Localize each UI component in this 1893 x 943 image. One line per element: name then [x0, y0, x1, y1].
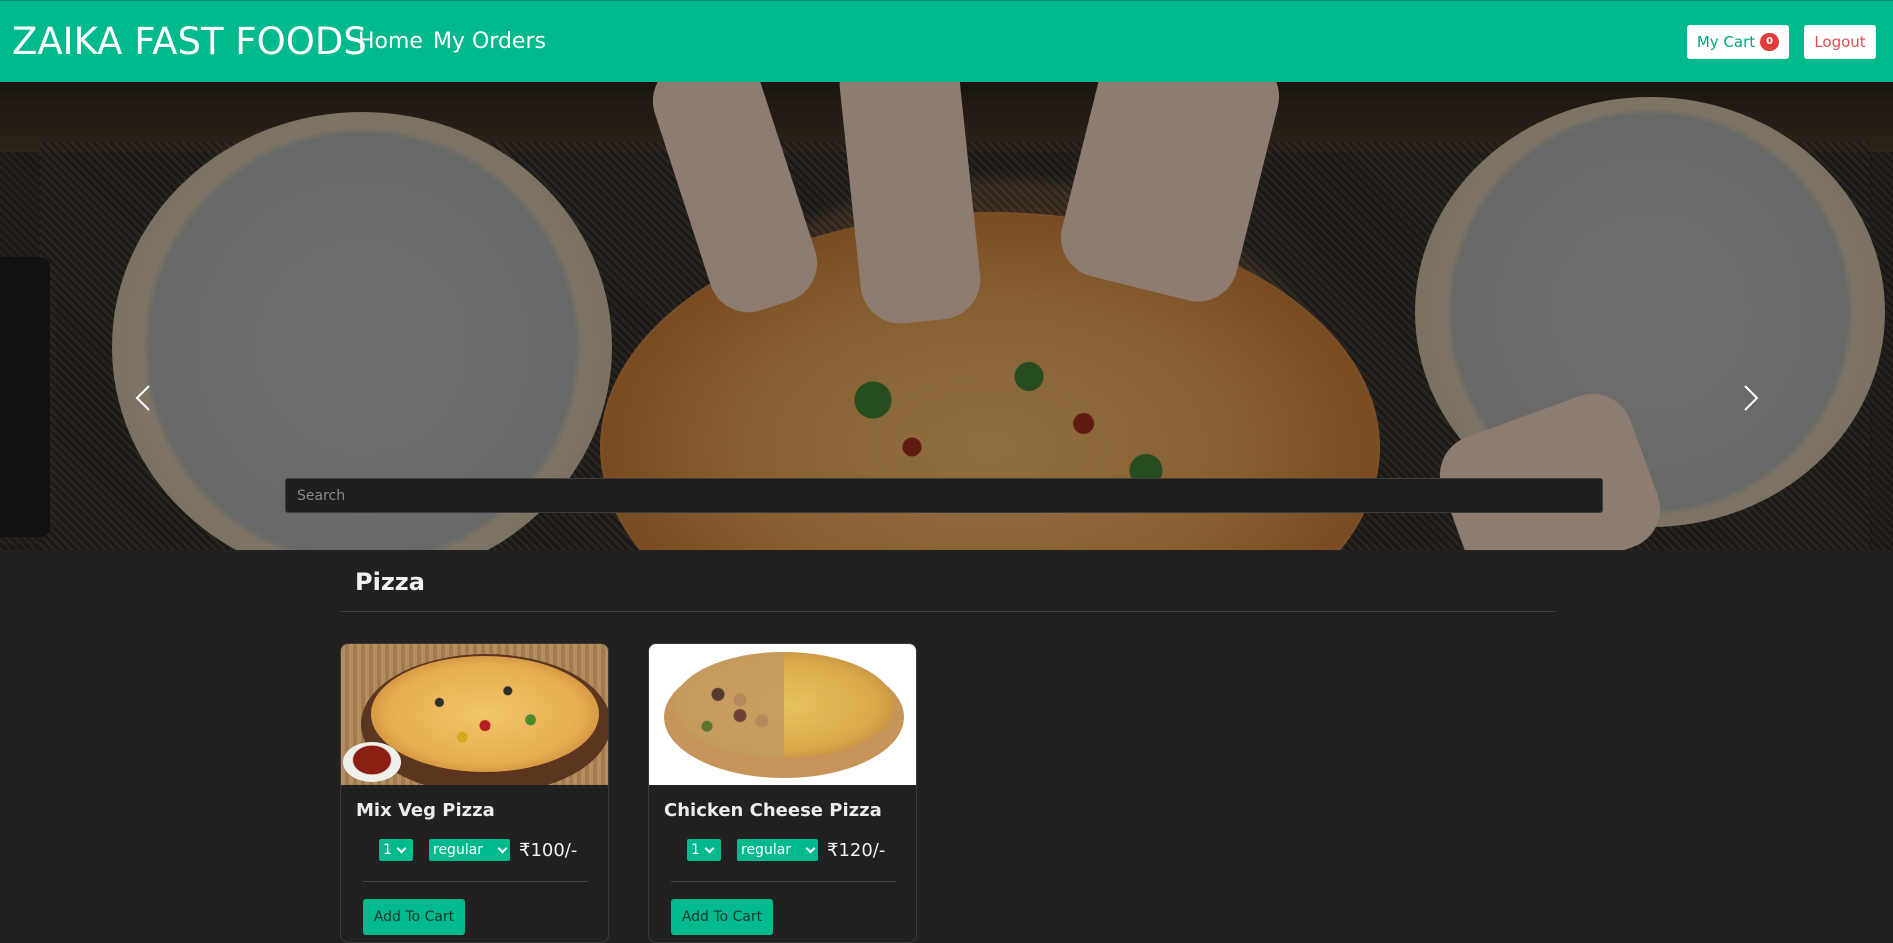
- size-value: regular: [433, 842, 484, 858]
- product-options: 1 regular ₹100/-: [379, 839, 577, 861]
- brand-logo[interactable]: ZAIKA FAST FOODS: [12, 19, 367, 65]
- carousel-next-button[interactable]: [1739, 382, 1763, 414]
- product-name: Mix Veg Pizza: [356, 800, 495, 821]
- nav-link-home[interactable]: Home: [358, 28, 423, 56]
- cart-count-badge: 0: [1760, 33, 1780, 51]
- chevron-right-icon: [1744, 385, 1759, 411]
- category-title: Pizza: [355, 568, 425, 596]
- carousel-prev-button[interactable]: [131, 382, 155, 414]
- my-cart-label: My Cart: [1696, 33, 1756, 51]
- size-value: regular: [741, 842, 792, 858]
- chevron-left-icon: [135, 385, 150, 411]
- product-card: Chicken Cheese Pizza 1 regular ₹120/- Ad…: [648, 643, 917, 943]
- card-divider: [363, 881, 588, 882]
- chevron-down-icon: [805, 843, 816, 853]
- product-name: Chicken Cheese Pizza: [664, 800, 882, 821]
- product-image: [341, 644, 608, 785]
- quantity-select[interactable]: 1: [379, 839, 413, 861]
- chevron-down-icon: [497, 843, 508, 853]
- search-input[interactable]: [285, 478, 1603, 513]
- quantity-value: 1: [383, 842, 392, 858]
- add-to-cart-button[interactable]: Add To Cart: [363, 899, 465, 935]
- category-divider: [340, 611, 1555, 612]
- add-to-cart-button[interactable]: Add To Cart: [671, 899, 773, 935]
- logout-button[interactable]: Logout: [1804, 25, 1876, 59]
- product-options: 1 regular ₹120/-: [687, 839, 885, 861]
- chevron-down-icon: [396, 843, 407, 853]
- nav-link-my-orders[interactable]: My Orders: [433, 28, 546, 56]
- product-price: ₹120/-: [827, 839, 886, 861]
- my-cart-button[interactable]: My Cart 0: [1687, 25, 1789, 59]
- search-bar: [285, 478, 1603, 513]
- quantity-value: 1: [691, 842, 700, 858]
- chevron-down-icon: [704, 843, 715, 853]
- quantity-select[interactable]: 1: [687, 839, 721, 861]
- size-select[interactable]: regular: [737, 839, 818, 861]
- product-price: ₹100/-: [519, 839, 578, 861]
- card-divider: [671, 881, 896, 882]
- product-image: [649, 644, 916, 785]
- navbar: ZAIKA FAST FOODS Home My Orders My Cart …: [0, 0, 1893, 82]
- product-card: Mix Veg Pizza 1 regular ₹100/- Add To Ca…: [340, 643, 609, 943]
- size-select[interactable]: regular: [429, 839, 510, 861]
